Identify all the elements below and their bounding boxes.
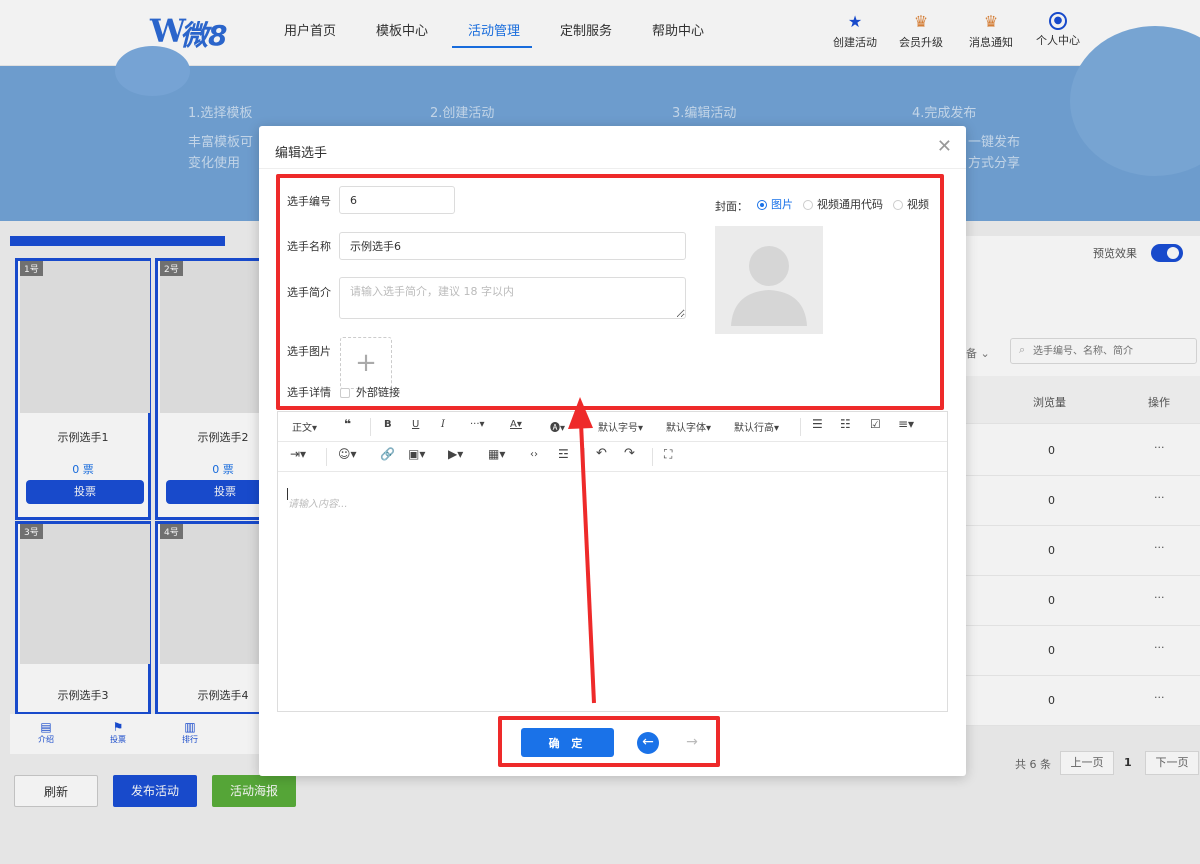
toolbar-separator [652, 448, 653, 466]
font-color-icon[interactable]: A▾ [510, 419, 522, 430]
indent-dropdown-icon[interactable]: ⇥▾ [290, 447, 306, 461]
quote-icon[interactable]: ❝ [344, 417, 351, 431]
redo-icon[interactable]: ↷ [624, 446, 635, 461]
link-icon[interactable]: 🔗 [380, 447, 395, 461]
undo-icon[interactable]: ↶ [596, 446, 607, 461]
editor-placeholder: 请输入内容... [288, 499, 348, 510]
table-icon[interactable]: ▦▾ [488, 447, 505, 461]
font-size-dropdown[interactable]: 默认字号▾ [598, 419, 643, 434]
bulleted-list-icon[interactable]: ☰ [812, 417, 823, 431]
editor-toolbar-row-1: 正文▾ ❝ B U I ···▾ A▾ 🅐▾ 默认字号▾ 默认字体▾ 默认行高▾… [278, 412, 947, 442]
toolbar-separator [326, 448, 327, 466]
close-icon[interactable]: ✕ [937, 136, 952, 157]
editor-content-area[interactable]: 请输入内容... [278, 473, 947, 711]
font-family-dropdown[interactable]: 默认字体▾ [666, 419, 711, 434]
annotation-box-footer [498, 716, 720, 767]
font-family-label: 默认字体 [666, 423, 706, 434]
fullscreen-icon[interactable]: ⛶ [664, 447, 672, 462]
bold-icon[interactable]: B [384, 419, 392, 430]
align-dropdown-icon[interactable]: ≡▾ [898, 417, 914, 431]
checklist-icon[interactable]: ☑ [870, 417, 881, 431]
paragraph-style-label: 正文 [292, 423, 312, 434]
toolbar-separator [584, 448, 585, 466]
paragraph-style-dropdown[interactable]: 正文▾ [292, 419, 317, 434]
modal-divider [259, 168, 966, 169]
editor-toolbar-row-2: ⇥▾ ☺▾ 🔗 ▣▾ ▶▾ ▦▾ ‹› ☲ ↶ ↷ ⛶ [278, 442, 947, 472]
emoji-icon[interactable]: ☺▾ [338, 447, 357, 461]
annotation-box-form [276, 174, 944, 410]
line-height-label: 默认行高 [734, 423, 774, 434]
image-icon[interactable]: ▣▾ [408, 447, 425, 461]
toolbar-separator [370, 418, 371, 436]
video-icon[interactable]: ▶▾ [448, 447, 463, 461]
divider-icon[interactable]: ☲ [558, 447, 569, 461]
rich-text-editor: 正文▾ ❝ B U I ···▾ A▾ 🅐▾ 默认字号▾ 默认字体▾ 默认行高▾… [277, 411, 948, 712]
line-height-dropdown[interactable]: 默认行高▾ [734, 419, 779, 434]
background-color-icon[interactable]: 🅐▾ [550, 419, 565, 434]
numbered-list-icon[interactable]: ☷ [840, 417, 851, 431]
code-icon[interactable]: ‹› [530, 449, 538, 460]
more-formatting-icon[interactable]: ···▾ [470, 419, 485, 430]
underline-icon[interactable]: U [412, 419, 419, 430]
modal-title: 编辑选手 [275, 146, 328, 161]
font-size-label: 默认字号 [598, 423, 638, 434]
toolbar-separator [800, 418, 801, 436]
italic-icon[interactable]: I [441, 419, 445, 430]
